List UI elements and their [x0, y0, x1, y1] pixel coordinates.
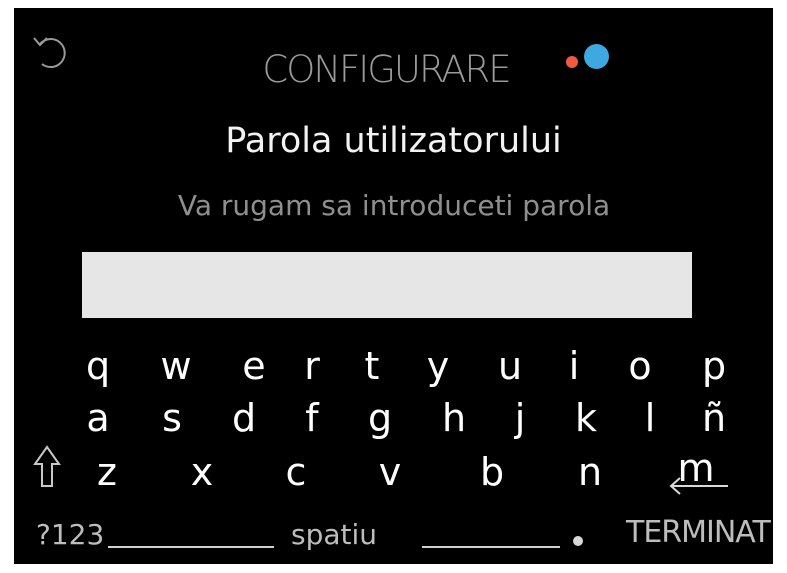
done-button[interactable]: TERMINAT	[626, 516, 771, 550]
password-instruction: Va rugam sa introduceti parola	[177, 189, 611, 222]
key-w[interactable]: w	[148, 344, 204, 388]
key-f[interactable]: f	[284, 396, 340, 440]
key-n[interactable]: n	[562, 450, 618, 494]
key-x[interactable]: x	[174, 450, 230, 494]
setup-screen: CONFIGURARE Parola utilizatorului Va rug…	[14, 8, 773, 564]
key-r[interactable]: r	[284, 344, 340, 388]
key-p[interactable]: p	[686, 344, 742, 388]
key-t[interactable]: t	[344, 344, 400, 388]
backspace-key[interactable]	[666, 470, 730, 500]
key-u[interactable]: u	[482, 344, 538, 388]
status-dot-red	[566, 56, 578, 68]
key-s[interactable]: s	[144, 396, 200, 440]
key-j[interactable]: j	[492, 396, 548, 440]
undo-arrow-icon	[33, 37, 66, 69]
key-k[interactable]: k	[558, 396, 614, 440]
key-g[interactable]: g	[352, 396, 408, 440]
shift-key[interactable]	[32, 444, 62, 490]
key-y[interactable]: y	[410, 344, 466, 388]
key-enye[interactable]: ñ	[686, 396, 742, 440]
key-z[interactable]: z	[79, 450, 135, 494]
space-line-right	[422, 546, 560, 548]
password-heading: Parola utilizatorului	[225, 121, 562, 161]
status-dot-blue	[584, 44, 609, 69]
key-c[interactable]: c	[268, 450, 324, 494]
key-e[interactable]: e	[226, 344, 282, 388]
key-v[interactable]: v	[362, 450, 418, 494]
key-b[interactable]: b	[464, 450, 520, 494]
key-h[interactable]: h	[426, 396, 482, 440]
numbers-key[interactable]: ?123	[36, 518, 104, 552]
period-key[interactable]	[573, 536, 583, 546]
shift-arrow-icon	[33, 445, 61, 487]
key-d[interactable]: d	[216, 396, 272, 440]
key-i[interactable]: i	[546, 344, 602, 388]
password-field[interactable]	[82, 252, 692, 318]
key-o[interactable]: o	[612, 344, 668, 388]
space-line-left	[108, 546, 274, 548]
backspace-arrow-icon	[669, 477, 728, 495]
page-title: CONFIGURARE	[262, 48, 511, 91]
key-l[interactable]: l	[622, 396, 678, 440]
key-q[interactable]: q	[70, 344, 126, 388]
space-key[interactable]: spatiu	[291, 518, 377, 552]
back-button[interactable]	[30, 28, 70, 72]
key-a[interactable]: a	[70, 396, 126, 440]
